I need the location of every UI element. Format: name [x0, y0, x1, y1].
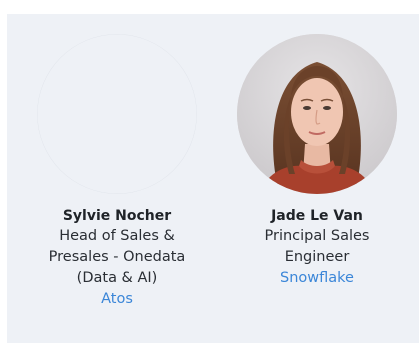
speaker-name: Jade Le Van	[271, 208, 363, 224]
speaker-role-line: Principal Sales	[264, 228, 370, 244]
speaker-card: Sylvie Nocher Head of Sales & Presales -…	[32, 34, 202, 310]
speaker-role-line: Presales - Onedata	[48, 249, 186, 265]
speakers-panel: Sylvie Nocher Head of Sales & Presales -…	[7, 14, 419, 343]
speaker-company-link[interactable]: Atos	[101, 289, 133, 310]
speaker-photo	[237, 34, 397, 194]
speaker-card: Jade Le Van Principal Sales Engineer Sno…	[232, 34, 402, 289]
portrait-image	[237, 34, 397, 194]
speaker-photo-placeholder	[37, 34, 197, 194]
speaker-role-line: (Data & AI)	[76, 270, 158, 286]
speaker-name: Sylvie Nocher	[62, 208, 172, 224]
speaker-role-line: Engineer	[284, 249, 350, 265]
speaker-role-line: Head of Sales &	[59, 228, 175, 244]
speaker-company-link[interactable]: Snowflake	[280, 268, 354, 289]
